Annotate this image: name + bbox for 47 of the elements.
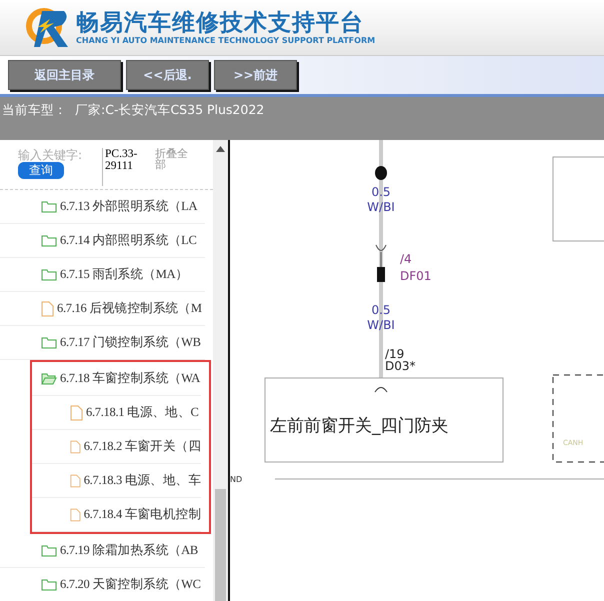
tree-item[interactable]: 6.7.17 门锁控制系统（WB — [0, 326, 205, 360]
connector-pin-icon — [377, 267, 385, 282]
tree-item[interactable]: 6.7.14 内部照明系统（LC — [0, 224, 205, 258]
platform-title: 畅易汽车维修技术支持平台 — [76, 10, 365, 36]
document-icon — [70, 404, 83, 420]
platform-subtitle: CHANG YI AUTO MAINTENANCE TECHNOLOGY SUPPORT PLATFORM — [76, 36, 376, 46]
tree-item[interactable]: 6.7.20 天窗控制系统（WC — [0, 568, 205, 601]
wire-color-label: W/BI — [367, 318, 395, 332]
splice-dot — [375, 166, 387, 180]
tree-item[interactable]: 6.7.15 雨刮系统（MA） — [0, 258, 205, 292]
ground-label: ND — [230, 475, 242, 484]
pin-socket-icon — [374, 387, 388, 392]
folder-icon — [41, 268, 57, 281]
connector-fork-icon — [376, 244, 386, 268]
document-icon — [70, 438, 81, 454]
folder-icon — [41, 200, 57, 213]
search-button[interactable]: 查询 — [18, 162, 64, 179]
open-folder-icon — [41, 372, 57, 385]
document-icon — [70, 506, 81, 522]
folder-icon — [41, 336, 57, 349]
tree-item[interactable]: 6.7.18.3 电源、地、车 — [32, 464, 201, 498]
vehicle-label: 当前车型： — [2, 102, 67, 119]
pin-number: /4 — [400, 252, 412, 266]
connector-code: D03* — [385, 359, 416, 373]
tree-item[interactable]: 6.7.18.1 电源、地、C — [32, 396, 201, 430]
document-icon — [70, 472, 81, 488]
scrollbar[interactable] — [213, 140, 228, 601]
wire-size-label: 0.5 — [371, 185, 391, 199]
component-label: 左前前窗开关_四门防夹 — [270, 416, 448, 436]
wire-color-label: W/BI — [367, 200, 395, 214]
part-code: PC.33-29111 — [102, 148, 151, 186]
tree-item[interactable]: 6.7.16 后视镜控制系统（M — [0, 292, 205, 326]
tree-item[interactable]: 6.7.19 除霜加热系统（AB — [0, 534, 205, 568]
connector-code: DF01 — [400, 269, 432, 283]
tree-item[interactable]: 6.7.13 外部照明系统（LA — [0, 190, 205, 224]
scroll-up-icon[interactable] — [216, 146, 225, 152]
folder-icon — [41, 234, 57, 247]
folder-icon — [41, 544, 57, 557]
wire-size-label: 0.5 — [371, 303, 391, 317]
tree-item[interactable]: 6.7.18.4 车窗电机控制 — [32, 498, 201, 532]
tree-item[interactable]: 6.7.18 车窗控制系统（WA — [32, 362, 201, 396]
vehicle-model: 厂家:C-长安汽车CS35 Plus2022 — [75, 102, 264, 119]
pin-number: /19 — [385, 347, 404, 361]
tree-item[interactable]: 6.7.18.2 车窗开关（四 — [32, 430, 201, 464]
document-icon — [41, 300, 54, 316]
scroll-thumb[interactable] — [215, 489, 226, 601]
folder-icon — [41, 578, 57, 591]
